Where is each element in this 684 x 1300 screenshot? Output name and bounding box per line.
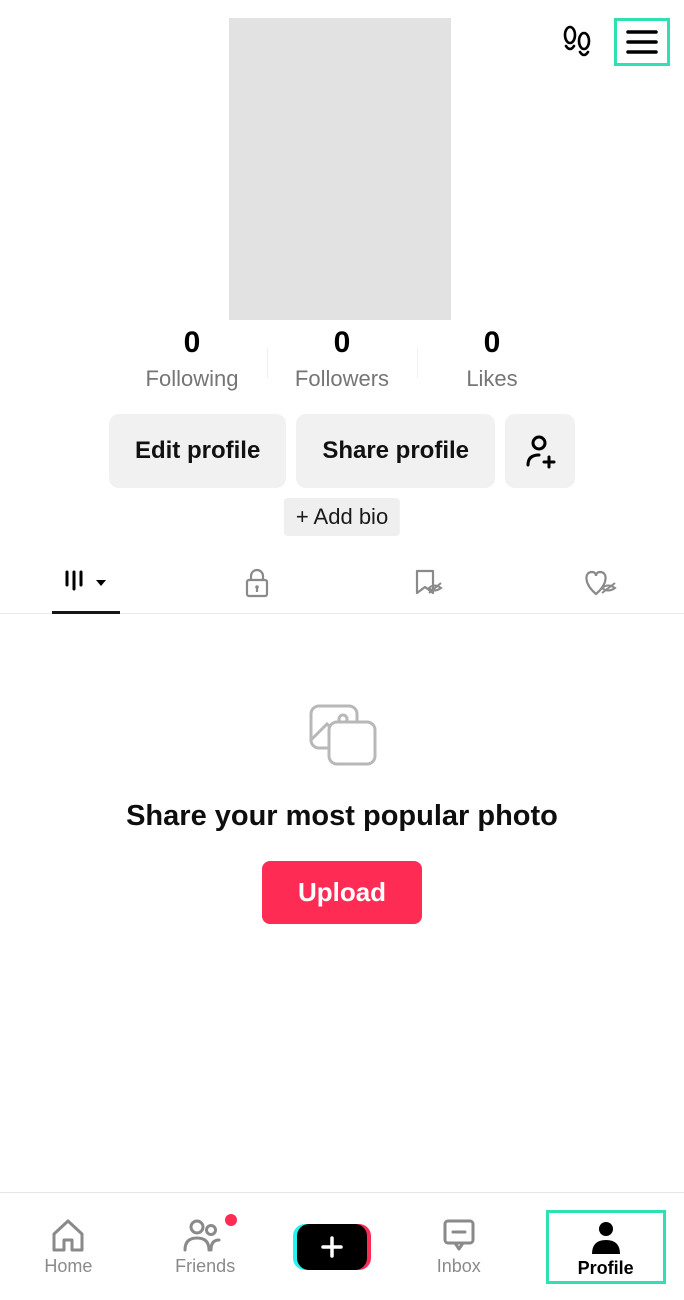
nav-friends[interactable]: Friends (155, 1216, 255, 1277)
add-friends-button[interactable] (505, 414, 575, 488)
tab-bookmarks[interactable] (342, 552, 513, 613)
hamburger-menu-highlight (614, 18, 670, 66)
empty-state: Share your most popular photo Upload (0, 700, 684, 924)
footprints-icon[interactable] (560, 24, 594, 60)
home-icon (48, 1216, 88, 1254)
stat-followers-value: 0 (334, 326, 351, 360)
edit-profile-button[interactable]: Edit profile (109, 414, 286, 488)
nav-create[interactable] (292, 1224, 372, 1270)
tab-grid[interactable] (0, 552, 171, 613)
stat-followers-label: Followers (295, 366, 389, 392)
stat-following-label: Following (146, 366, 239, 392)
create-button[interactable] (297, 1224, 367, 1270)
tab-active-indicator (52, 611, 120, 614)
stat-likes-label: Likes (466, 366, 517, 392)
inbox-icon (439, 1216, 479, 1254)
avatar-placeholder[interactable] (229, 18, 451, 320)
stat-likes[interactable]: 0 Likes (417, 326, 567, 392)
bookmark-hidden-icon (411, 568, 445, 598)
nav-profile-label: Profile (578, 1258, 634, 1279)
grid-icon (64, 569, 90, 597)
bottom-nav: Home Friends Inbox (0, 1192, 684, 1300)
nav-profile-highlight: Profile (546, 1210, 666, 1284)
upload-button[interactable]: Upload (262, 861, 422, 924)
hamburger-icon[interactable] (625, 27, 659, 57)
nav-profile[interactable]: Profile (556, 1218, 656, 1279)
photos-icon (305, 700, 379, 770)
nav-inbox-label: Inbox (437, 1256, 481, 1277)
nav-home[interactable]: Home (18, 1216, 118, 1277)
nav-friends-label: Friends (175, 1256, 235, 1277)
plus-icon (319, 1234, 345, 1260)
tab-liked[interactable] (513, 552, 684, 613)
heart-hidden-icon (580, 568, 618, 598)
empty-state-title: Share your most popular photo (126, 800, 558, 833)
stats-row: 0 Following 0 Followers 0 Likes (0, 326, 684, 392)
stat-following-value: 0 (184, 326, 201, 360)
profile-actions: Edit profile Share profile (0, 414, 684, 488)
add-bio-button[interactable]: + Add bio (284, 498, 400, 536)
content-tabs (0, 552, 684, 614)
friends-icon (181, 1216, 229, 1254)
stat-following[interactable]: 0 Following (117, 326, 267, 392)
nav-inbox[interactable]: Inbox (409, 1216, 509, 1277)
stat-likes-value: 0 (484, 326, 501, 360)
friends-notification-dot (225, 1214, 237, 1226)
nav-home-label: Home (44, 1256, 92, 1277)
person-plus-icon (520, 431, 560, 471)
chevron-down-icon (94, 578, 108, 588)
profile-icon (588, 1218, 624, 1256)
lock-icon (243, 568, 271, 598)
stat-followers[interactable]: 0 Followers (267, 326, 417, 392)
share-profile-button[interactable]: Share profile (296, 414, 495, 488)
tab-private[interactable] (171, 552, 342, 613)
